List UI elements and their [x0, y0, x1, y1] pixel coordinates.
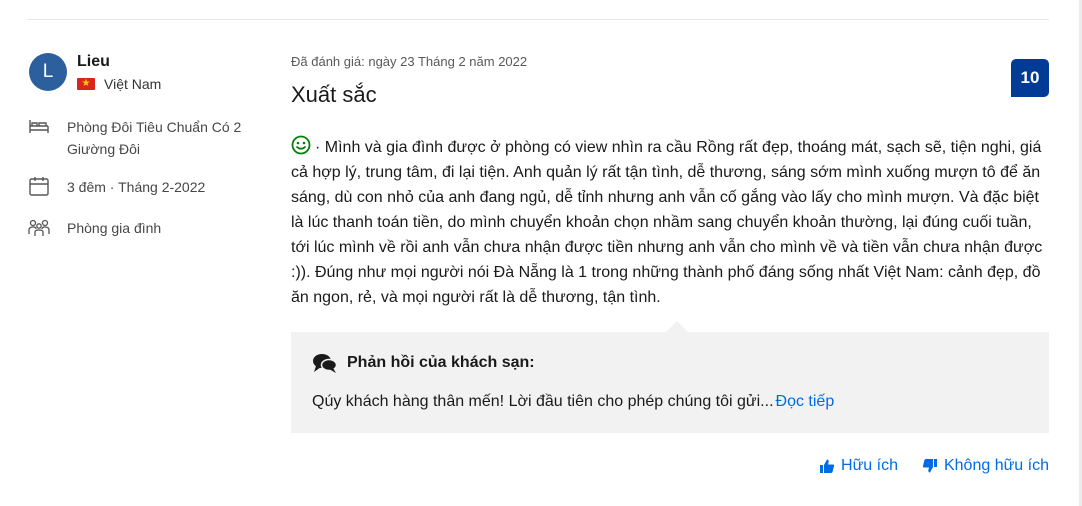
reply-header: Phản hồi của khách sạn: [312, 352, 535, 374]
stay-duration: 3 đêm · Tháng 2-2022 [28, 176, 205, 198]
chat-bubbles-icon [313, 354, 338, 373]
not-helpful-label: Không hữu ích [943, 457, 1049, 474]
read-more-link[interactable]: Đọc tiếp [776, 393, 835, 410]
reply-pointer [666, 321, 688, 332]
helpful-votes: Hữu ích Không hữu ích [819, 457, 1049, 475]
helpful-button[interactable]: Hữu ích [819, 457, 898, 475]
helpful-label: Hữu ích [841, 457, 898, 474]
calendar-icon [29, 177, 49, 196]
review-card: L Lieu Việt Nam Phòng Đôi Tiêu Chuẩn Có … [0, 0, 1082, 506]
bed-icon [29, 120, 49, 133]
avatar: L [29, 53, 67, 91]
country-label: Việt Nam [104, 76, 162, 92]
nights-label: 3 đêm · [67, 179, 115, 195]
reply-text: Qúy khách hàng thân mến! Lời đầu tiên ch… [312, 393, 834, 411]
reviewer-country: Việt Nam [77, 76, 161, 92]
reviewer-name: Lieu [77, 53, 110, 70]
smile-icon [291, 135, 311, 155]
traveler-type: Phòng gia đình [28, 217, 161, 239]
review-body-text: · Mình và gia đình được ở phòng có view … [291, 139, 1043, 306]
group-icon [28, 219, 50, 236]
review-positive-text: · Mình và gia đình được ở phòng có view … [291, 135, 1051, 310]
review-date: Đã đánh giá: ngày 23 Tháng 2 năm 2022 [291, 54, 528, 69]
room-type-label: Phòng Đôi Tiêu Chuẩn Có 2 Giường Đôi [67, 119, 242, 157]
not-helpful-button[interactable]: Không hữu ích [922, 457, 1049, 475]
vietnam-flag-icon [77, 76, 95, 92]
review-title: Xuất sắc [291, 82, 377, 107]
room-type: Phòng Đôi Tiêu Chuẩn Có 2 Giường Đôi [28, 116, 257, 160]
reply-title: Phản hồi của khách sạn: [347, 354, 535, 371]
hotel-reply: Phản hồi của khách sạn: Qúy khách hàng t… [291, 332, 1049, 433]
traveler-type-label: Phòng gia đình [67, 220, 162, 236]
stay-month-label: Tháng 2-2022 [118, 179, 206, 195]
thumbs-down-icon [922, 459, 937, 473]
reply-excerpt: Qúy khách hàng thân mến! Lời đầu tiên ch… [312, 393, 774, 410]
thumbs-up-icon [820, 459, 835, 473]
divider [28, 19, 1049, 20]
score-badge: 10 [1011, 59, 1049, 97]
